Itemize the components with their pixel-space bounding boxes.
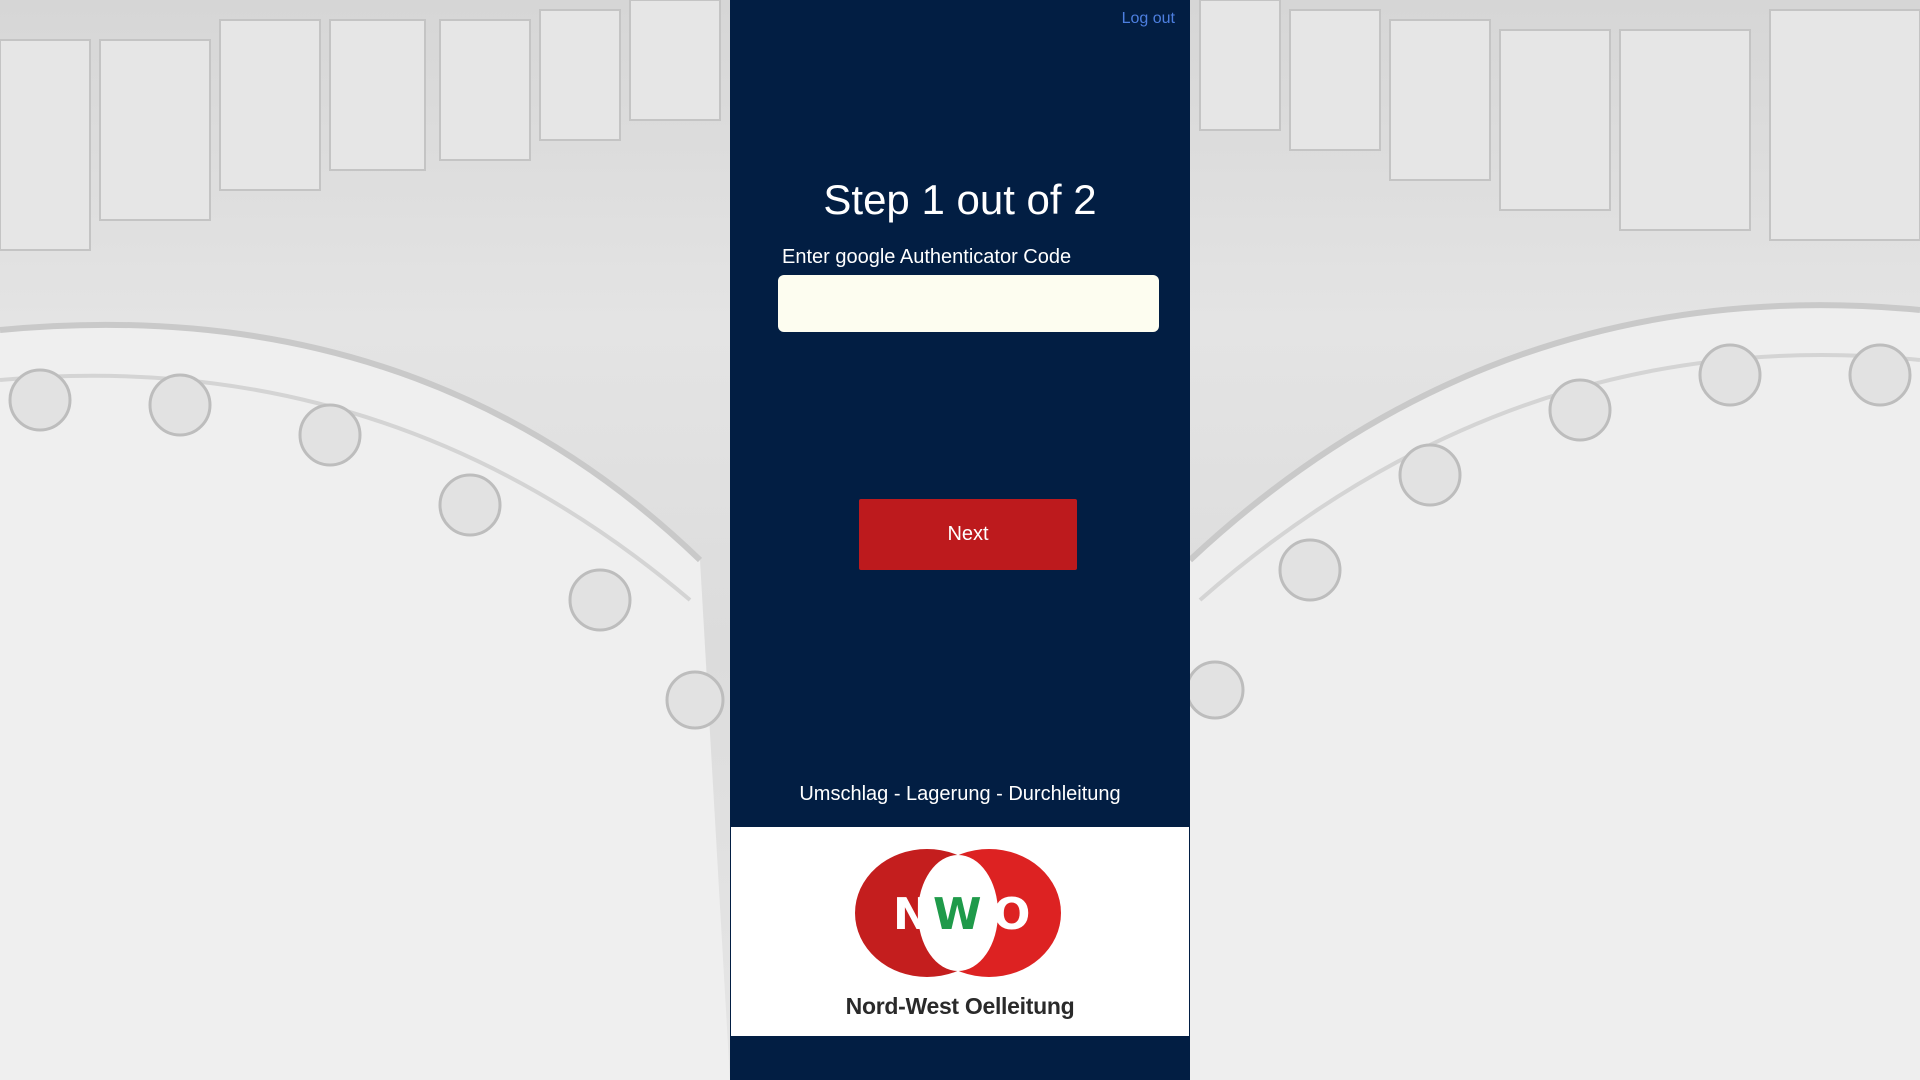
logout-link[interactable]: Log out [1122,10,1175,28]
nwo-logo: N W O [855,849,1061,977]
company-logo-box: N W O Nord-West Oelleitung [731,827,1189,1036]
company-tagline: Umschlag - Lagerung - Durchleitung [799,783,1121,805]
logo-letter-n: N [893,889,930,940]
authenticator-code-input[interactable] [778,275,1159,332]
login-panel: Log out Step 1 out of 2 Enter google Aut… [730,0,1190,1080]
next-button[interactable]: Next [859,499,1077,570]
code-field-label: Enter google Authenticator Code [782,246,1072,268]
step-title: Step 1 out of 2 [823,176,1097,223]
logo-letter-w: W [933,889,982,940]
logo-letter-o: O [993,889,1030,940]
logo-caption: Nord-West Oelleitung [845,993,1075,1019]
